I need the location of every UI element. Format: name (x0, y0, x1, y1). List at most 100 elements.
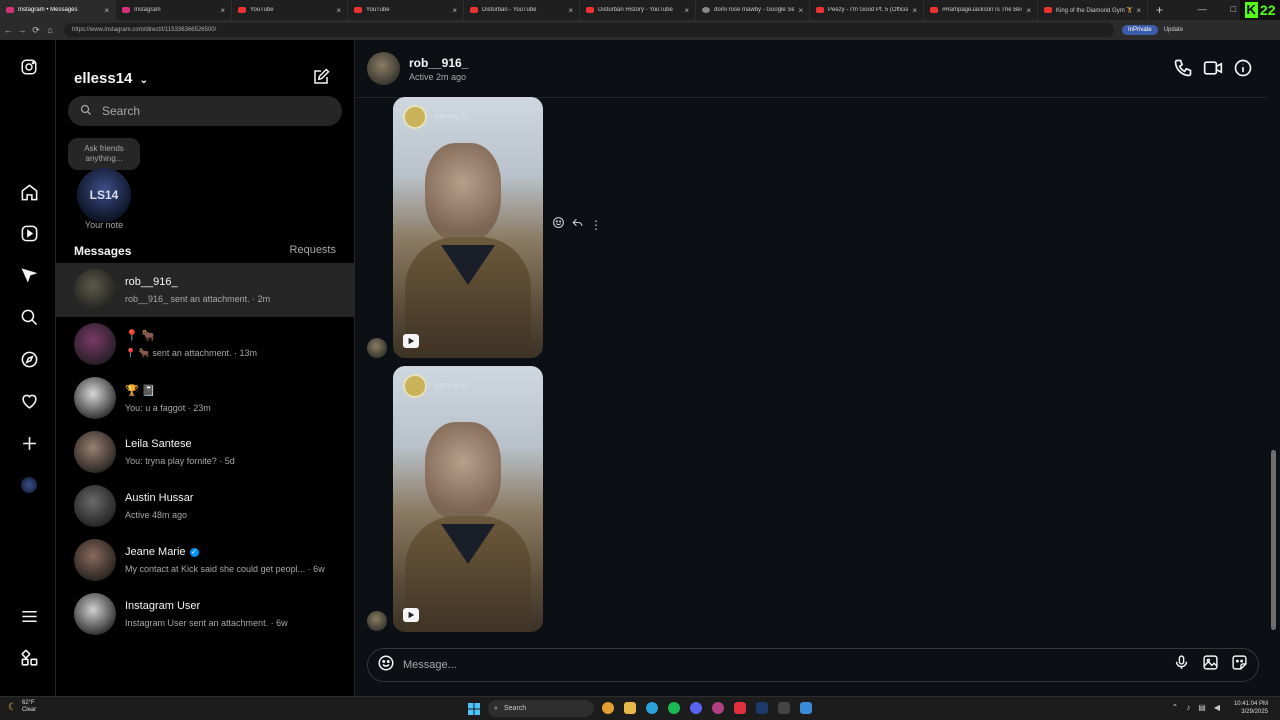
home-icon[interactable] (18, 181, 40, 203)
note-avatar[interactable]: LS14 (77, 168, 131, 222)
update-button[interactable]: Update (1164, 27, 1183, 33)
image-upload-icon[interactable] (1202, 654, 1219, 676)
conversation-item[interactable]: 🏆 📓 You: u a faggot · 23m (56, 371, 354, 425)
microphone-icon[interactable] (1173, 654, 1190, 676)
close-tab-icon[interactable]: × (912, 6, 917, 15)
network-icon[interactable]: ▤ (1198, 703, 1206, 712)
note-avatar-text: LS14 (89, 188, 119, 202)
conversation-item[interactable]: rob__916_ rob__916_ sent an attachment. ·… (56, 263, 354, 317)
microphone-icon[interactable]: ♪ (1186, 703, 1190, 712)
contact-avatar[interactable] (367, 52, 400, 85)
video-message[interactable]: kenny.lu (393, 366, 543, 632)
conversation-item[interactable]: Austin Hussar Active 48m ago (56, 479, 354, 533)
search-input[interactable]: Search (68, 96, 342, 126)
instagram-logo-icon[interactable] (18, 56, 40, 78)
reels-icon[interactable] (18, 222, 40, 244)
close-tab-icon[interactable]: × (568, 6, 573, 15)
video-call-icon[interactable] (1203, 58, 1223, 83)
close-tab-icon[interactable]: × (798, 6, 803, 15)
reply-icon[interactable] (571, 216, 584, 234)
browser-tab[interactable]: Disturban History - YouTube × (580, 0, 696, 20)
weather-widget[interactable]: ☾ 62°F Clear (8, 700, 36, 714)
conversation-info-icon[interactable] (1233, 58, 1253, 83)
browser-tab[interactable]: King of the Diamond Gym 🏋️ #g× (1038, 0, 1148, 20)
home-icon[interactable]: ⌂ (44, 25, 56, 35)
close-tab-icon[interactable]: × (1026, 6, 1031, 15)
close-tab-icon[interactable]: × (684, 6, 689, 15)
new-tab-button[interactable]: + (1156, 3, 1163, 17)
sender-avatar[interactable] (367, 611, 387, 631)
browser-tab-label: YouTube (250, 7, 274, 13)
your-note-label: Your note (84, 220, 124, 230)
video-message[interactable]: kenny.lu (393, 97, 543, 358)
browser-tab[interactable]: Disturban - YouTube × (464, 0, 580, 20)
taskbar-clock[interactable]: 10:41:04 PM 3/29/2025 (1234, 700, 1268, 716)
phone-call-icon[interactable] (1173, 58, 1193, 83)
browser-tab[interactable]: Instagram • Messages × (0, 0, 116, 20)
edge-icon[interactable] (646, 702, 658, 714)
kick-widget[interactable]: K 22 (1240, 0, 1280, 20)
app-icon[interactable] (734, 702, 746, 714)
emoji-icon[interactable] (377, 654, 395, 677)
contact-name[interactable]: rob__916_ (409, 56, 468, 70)
chevron-up-icon[interactable]: ⌃ (1172, 703, 1179, 712)
create-plus-icon[interactable] (18, 432, 40, 454)
browser-tab[interactable]: #RampageJackson Is The Best H × (924, 0, 1038, 20)
react-emoji-icon[interactable] (552, 216, 565, 234)
search-icon[interactable] (18, 306, 40, 328)
conversation-item[interactable]: Instagram User Instagram User sent an att… (56, 587, 354, 641)
photoshop-icon[interactable] (756, 702, 768, 714)
account-switcher[interactable]: elless14 ⌄ (74, 70, 148, 87)
requests-link[interactable]: Requests (290, 244, 336, 256)
conversation-item[interactable]: 📍 🐂 📍 🐂 sent an attachment. · 13m (56, 317, 354, 371)
chrome-icon[interactable] (602, 702, 614, 714)
message-input[interactable]: Message... (403, 659, 1173, 671)
browser-tab[interactable]: Instagram × (116, 0, 232, 20)
conversation-preview: 📍 🐂 sent an attachment. · 13m (125, 348, 257, 358)
forward-icon[interactable]: → (16, 25, 28, 35)
url-field[interactable]: https://www.instagram.com/direct/t/11533… (64, 23, 1114, 37)
browser-tab[interactable]: YouTube × (348, 0, 464, 20)
new-message-icon[interactable] (312, 68, 330, 91)
sticker-icon[interactable] (1231, 654, 1248, 676)
app-icon[interactable] (800, 702, 812, 714)
conversation-item[interactable]: Leila Santese You: tryna play fornite? · … (56, 425, 354, 479)
browser-tab[interactable]: Peezy - I'm Good Pt. 5 (Official V × (810, 0, 924, 20)
minimize-icon[interactable]: — (1198, 4, 1207, 14)
clock-date: 3/29/2025 (1241, 709, 1268, 715)
volume-icon[interactable]: ◀ (1214, 703, 1220, 712)
spotify-icon[interactable] (668, 702, 680, 714)
browser-tab[interactable]: domi rose mawby - Google Sear × (696, 0, 810, 20)
close-tab-icon[interactable]: × (104, 6, 109, 15)
scrollbar-thumb[interactable] (1271, 450, 1276, 630)
close-tab-icon[interactable]: × (1136, 6, 1141, 15)
explore-icon[interactable] (18, 348, 40, 370)
sender-avatar[interactable] (367, 338, 387, 358)
taskbar-search[interactable]: ⌕ Search (488, 700, 594, 717)
inprivate-badge[interactable]: InPrivate (1122, 25, 1158, 35)
more-options-icon[interactable]: ⋮ (590, 219, 602, 231)
obs-icon[interactable] (712, 702, 724, 714)
reload-icon[interactable]: ⟳ (30, 25, 42, 36)
browser-tab[interactable]: YouTube × (232, 0, 348, 20)
back-icon[interactable]: ← (2, 25, 14, 35)
close-tab-icon[interactable]: × (452, 6, 457, 15)
terminal-icon[interactable] (778, 702, 790, 714)
messages-icon[interactable] (18, 264, 40, 286)
conversation-name: Jeane Marie (125, 546, 186, 558)
file-explorer-icon[interactable] (624, 702, 636, 714)
close-tab-icon[interactable]: × (336, 6, 341, 15)
notifications-heart-icon[interactable] (18, 390, 40, 412)
conversation-item[interactable]: Jeane Marie ✓ My contact at Kick said she … (56, 533, 354, 587)
messages-heading: Messages (74, 244, 132, 258)
maximize-icon[interactable]: □ (1231, 4, 1236, 14)
message-composer[interactable]: Message... (367, 648, 1259, 682)
also-from-meta-icon[interactable] (18, 647, 40, 669)
note-bubble[interactable]: Ask friends anything... (68, 138, 140, 170)
close-tab-icon[interactable]: × (220, 6, 225, 15)
page-scrollbar[interactable] (1267, 40, 1280, 696)
discord-icon[interactable] (690, 702, 702, 714)
more-menu-icon[interactable] (18, 605, 40, 627)
windows-start-icon[interactable] (468, 702, 480, 715)
profile-avatar[interactable] (18, 474, 40, 496)
